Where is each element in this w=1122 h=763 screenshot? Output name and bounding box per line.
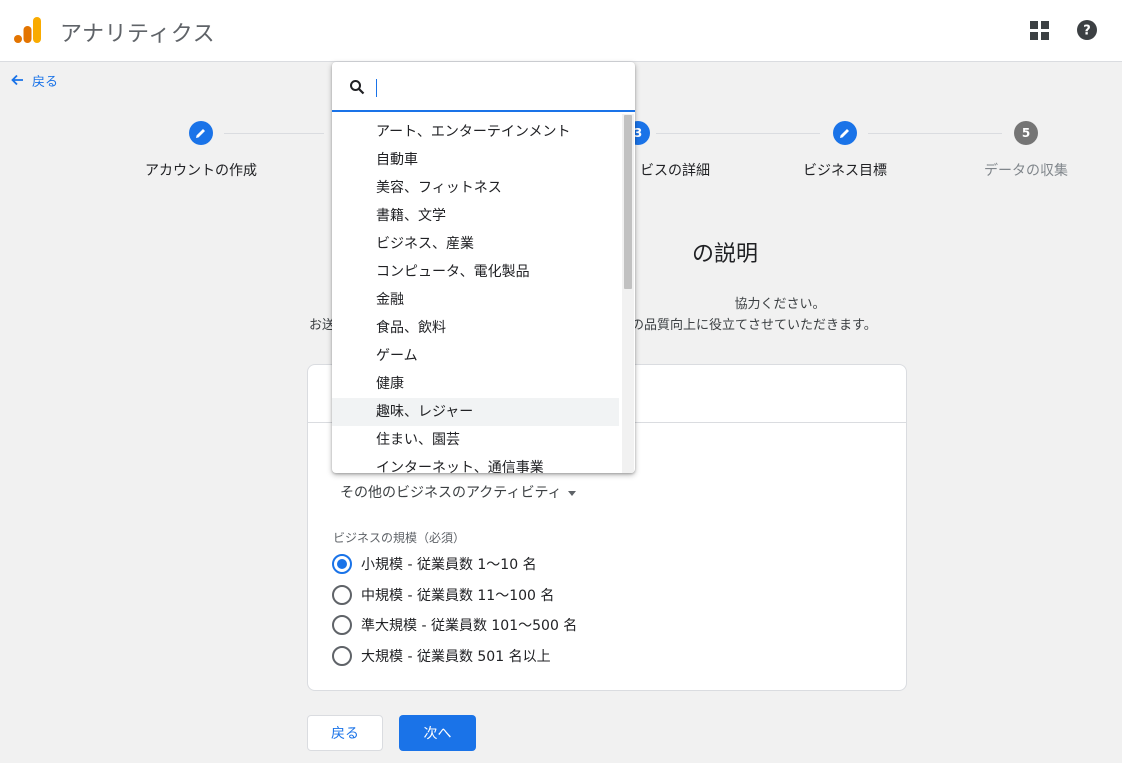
radio-unchecked-icon[interactable] — [332, 615, 352, 635]
app-title: アナリティクス — [60, 22, 216, 47]
dropdown-search — [332, 62, 635, 112]
dropdown-scrollbar-thumb[interactable] — [624, 115, 632, 289]
dropdown-option-hovered[interactable]: 趣味、レジャー — [332, 398, 619, 426]
search-icon — [350, 80, 365, 95]
dropdown-option[interactable]: 自動車 — [332, 146, 619, 174]
back-button[interactable]: 戻る — [307, 715, 383, 751]
step-label: アカウントの作成 — [145, 163, 257, 179]
dropdown-arrow-icon — [567, 490, 576, 496]
dropdown-list: アート、エンターテインメント 自動車 美容、フィットネス 書籍、文学 ビジネス、… — [332, 118, 619, 473]
dropdown-option[interactable]: 健康 — [332, 370, 619, 398]
dropdown-option[interactable]: インターネット、通信事業 — [332, 454, 619, 473]
apps-grid-icon[interactable] — [1030, 21, 1049, 40]
size-option-medium[interactable]: 中規模 - 従業員数 11〜100 名 — [332, 584, 554, 606]
dropdown-option[interactable]: 金融 — [332, 286, 619, 314]
category-dropdown[interactable]: アート、エンターテインメント 自動車 美容、フィットネス 書籍、文学 ビジネス、… — [332, 62, 635, 473]
help-icon[interactable]: ? — [1076, 19, 1098, 41]
step-data-collection: 5 データの収集 — [946, 121, 1106, 180]
dropdown-option[interactable]: ゲーム — [332, 342, 619, 370]
size-option-semi-large[interactable]: 準大規模 - 従業員数 101〜500 名 — [332, 614, 577, 636]
business-size-label: ビジネスの規模（必須） — [333, 531, 466, 545]
dropdown-option[interactable]: 美容、フィットネス — [332, 174, 619, 202]
app-bar: アナリティクス ? — [0, 0, 1122, 62]
search-input[interactable] — [374, 76, 614, 98]
back-link-label: 戻る — [32, 74, 59, 90]
size-option-small[interactable]: 小規模 - 従業員数 1〜10 名 — [332, 553, 537, 575]
step-account-creation[interactable]: アカウントの作成 — [121, 121, 281, 180]
industry-category-value: その他のビジネスのアクティビティ — [340, 485, 562, 501]
dropdown-option[interactable]: 住まい、園芸 — [332, 426, 619, 454]
radio-checked-icon[interactable] — [332, 554, 352, 574]
dropdown-option[interactable]: 食品、飲料 — [332, 314, 619, 342]
arrow-back-icon — [11, 74, 23, 86]
dropdown-option[interactable]: コンピュータ、電化製品 — [332, 258, 619, 286]
step-business-goals[interactable]: ビジネス目標 — [765, 121, 925, 180]
size-option-label: 大規模 - 従業員数 501 名以上 — [361, 649, 551, 665]
svg-text:?: ? — [1083, 24, 1091, 39]
size-option-label: 準大規模 - 従業員数 101〜500 名 — [361, 618, 578, 634]
edit-icon — [833, 121, 857, 145]
step-number: 5 — [1014, 121, 1038, 145]
step-label: ビジネス目標 — [803, 163, 887, 179]
industry-category-select[interactable]: その他のビジネスのアクティビティ — [340, 482, 576, 502]
dropdown-option[interactable]: アート、エンターテインメント — [332, 118, 619, 146]
step-label: データの収集 — [984, 163, 1068, 179]
step-label: ビスの詳細 — [640, 163, 710, 179]
analytics-logo-icon — [14, 17, 41, 43]
size-option-label: 小規模 - 従業員数 1〜10 名 — [361, 557, 537, 573]
edit-icon — [189, 121, 213, 145]
back-link[interactable]: 戻る — [10, 71, 59, 90]
dropdown-option[interactable]: ビジネス、産業 — [332, 230, 619, 258]
size-option-large[interactable]: 大規模 - 従業員数 501 名以上 — [332, 645, 551, 667]
text-cursor — [376, 79, 377, 97]
size-option-label: 中規模 - 従業員数 11〜100 名 — [361, 588, 555, 604]
radio-unchecked-icon[interactable] — [332, 646, 352, 666]
dropdown-option[interactable]: 書籍、文学 — [332, 202, 619, 230]
radio-unchecked-icon[interactable] — [332, 585, 352, 605]
next-button[interactable]: 次へ — [399, 715, 476, 751]
